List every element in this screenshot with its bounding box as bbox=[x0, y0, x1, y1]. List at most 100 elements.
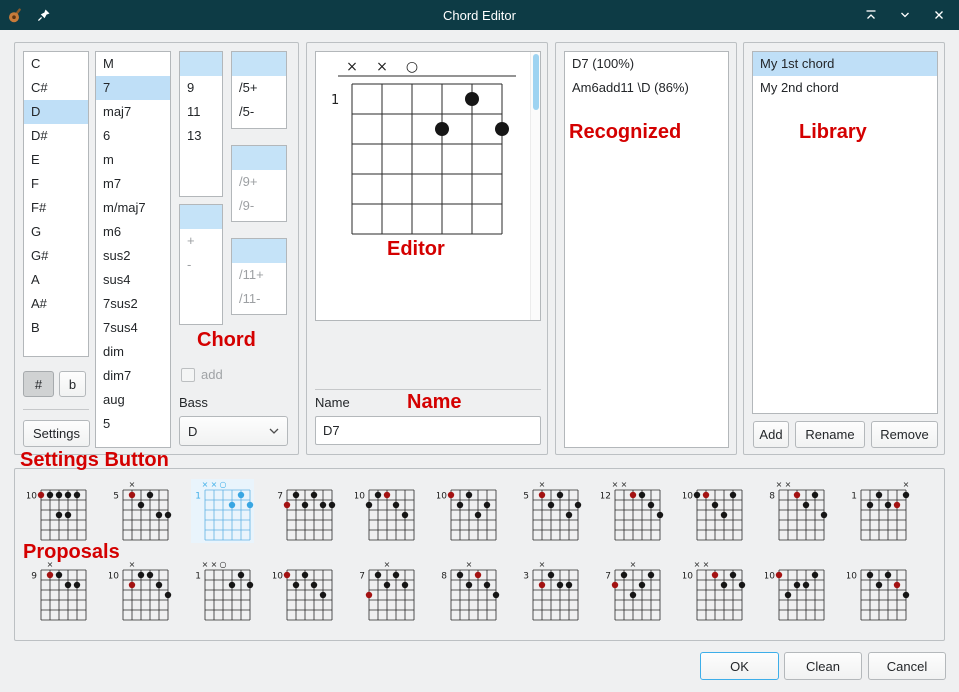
plus-minus-item-blank[interactable] bbox=[180, 205, 222, 229]
quality-item[interactable]: 5 bbox=[96, 412, 170, 436]
svg-text:×: × bbox=[211, 560, 218, 569]
root-note-item[interactable]: E bbox=[24, 148, 88, 172]
degree-item[interactable]: 13 bbox=[180, 124, 222, 148]
chord-diagram-svg: 10 bbox=[273, 559, 336, 623]
alteration-9-item[interactable]: /9+ bbox=[232, 170, 286, 194]
plus-minus-item[interactable]: + bbox=[180, 229, 222, 253]
chord-diagram-svg: ×5 bbox=[519, 479, 582, 543]
editor-scrollbar[interactable] bbox=[530, 52, 540, 320]
svg-text:10: 10 bbox=[847, 571, 857, 581]
quality-item[interactable]: m/maj7 bbox=[96, 196, 170, 220]
svg-text:1: 1 bbox=[331, 93, 339, 108]
library-list: My 1st chordMy 2nd chord bbox=[752, 51, 938, 414]
quality-item[interactable]: aug bbox=[96, 388, 170, 412]
chord-diagram-svg: ×1 bbox=[847, 479, 910, 543]
cancel-button[interactable]: Cancel bbox=[868, 652, 946, 680]
quality-item[interactable]: dim bbox=[96, 340, 170, 364]
quality-item[interactable]: 7sus4 bbox=[96, 316, 170, 340]
quality-item[interactable]: 7 bbox=[96, 76, 170, 100]
proposal-diagram[interactable]: 10 bbox=[437, 479, 500, 543]
recognized-item[interactable]: D7 (100%) bbox=[565, 52, 728, 76]
library-item[interactable]: My 1st chord bbox=[753, 52, 937, 76]
degree-item-blank[interactable] bbox=[180, 52, 222, 76]
close-icon[interactable] bbox=[931, 7, 947, 23]
proposal-diagram[interactable]: ××○1 bbox=[191, 479, 254, 543]
proposal-diagram[interactable]: ××10 bbox=[683, 559, 746, 623]
ok-button[interactable]: OK bbox=[700, 652, 779, 680]
alteration-5-item-blank[interactable] bbox=[232, 52, 286, 76]
proposal-diagram[interactable]: 10 bbox=[765, 559, 828, 623]
proposal-diagram[interactable]: 7 bbox=[273, 479, 336, 543]
root-note-item[interactable]: G# bbox=[24, 244, 88, 268]
recognized-item[interactable]: Am6add11 \D (86%) bbox=[565, 76, 728, 100]
chord-diagram-svg: 10 bbox=[847, 559, 910, 623]
root-note-item[interactable]: C# bbox=[24, 76, 88, 100]
proposal-diagram[interactable]: ×3 bbox=[519, 559, 582, 623]
root-note-item[interactable]: A# bbox=[24, 292, 88, 316]
quality-item[interactable]: m6 bbox=[96, 220, 170, 244]
proposal-diagram[interactable]: 10 bbox=[847, 559, 910, 623]
alteration-11-item-blank[interactable] bbox=[232, 239, 286, 263]
proposal-diagram[interactable]: 10 bbox=[27, 479, 90, 543]
root-note-item[interactable]: C bbox=[24, 52, 88, 76]
proposal-diagram[interactable]: ××8 bbox=[765, 479, 828, 543]
degree-item[interactable]: 11 bbox=[180, 100, 222, 124]
chord-editor-canvas[interactable]: ××○1 Editor bbox=[315, 51, 541, 321]
alteration-9-item[interactable]: /9- bbox=[232, 194, 286, 218]
root-note-item[interactable]: G bbox=[24, 220, 88, 244]
proposal-diagram[interactable]: ×1 bbox=[847, 479, 910, 543]
clean-button[interactable]: Clean bbox=[784, 652, 862, 680]
root-note-item[interactable]: D bbox=[24, 100, 88, 124]
svg-text:×: × bbox=[202, 480, 209, 489]
add-checkbox[interactable] bbox=[181, 368, 195, 382]
proposal-diagram[interactable]: 10 bbox=[355, 479, 418, 543]
root-note-item[interactable]: F# bbox=[24, 196, 88, 220]
proposal-diagram[interactable]: ××12 bbox=[601, 479, 664, 543]
proposal-diagram[interactable]: ×7 bbox=[601, 559, 664, 623]
plus-minus-item[interactable]: - bbox=[180, 253, 222, 277]
chord-name-input[interactable] bbox=[315, 416, 541, 445]
proposal-diagram[interactable]: ×5 bbox=[109, 479, 172, 543]
library-item[interactable]: My 2nd chord bbox=[753, 76, 937, 100]
bass-combobox[interactable]: D bbox=[179, 416, 288, 446]
settings-button[interactable]: Settings bbox=[23, 420, 90, 447]
alteration-5-item[interactable]: /5+ bbox=[232, 76, 286, 100]
chord-diagram-svg: ×7 bbox=[601, 559, 664, 623]
quality-item[interactable]: sus2 bbox=[96, 244, 170, 268]
rename-button[interactable]: Rename bbox=[795, 421, 865, 448]
quality-item[interactable]: sus4 bbox=[96, 268, 170, 292]
quality-item[interactable]: M bbox=[96, 52, 170, 76]
proposal-diagram[interactable]: ×7 bbox=[355, 559, 418, 623]
rollup-icon[interactable] bbox=[863, 7, 879, 23]
minimize-icon[interactable] bbox=[897, 7, 913, 23]
proposal-diagram[interactable]: ×10 bbox=[109, 559, 172, 623]
quality-item[interactable]: dim7 bbox=[96, 364, 170, 388]
proposal-diagram[interactable]: ×5 bbox=[519, 479, 582, 543]
alteration-11-item[interactable]: /11+ bbox=[232, 263, 286, 287]
quality-item[interactable]: m bbox=[96, 148, 170, 172]
alteration-9-item-blank[interactable] bbox=[232, 146, 286, 170]
add-button[interactable]: Add bbox=[753, 421, 789, 448]
editor-chord-diagram[interactable]: ××○1 bbox=[326, 54, 516, 240]
alteration-11-item[interactable]: /11- bbox=[232, 287, 286, 311]
quality-item[interactable]: 7sus2 bbox=[96, 292, 170, 316]
proposal-diagram[interactable]: ×8 bbox=[437, 559, 500, 623]
root-note-item[interactable]: A bbox=[24, 268, 88, 292]
pin-icon[interactable] bbox=[36, 7, 52, 23]
remove-button[interactable]: Remove bbox=[871, 421, 938, 448]
quality-item[interactable]: maj7 bbox=[96, 100, 170, 124]
root-note-item[interactable]: D# bbox=[24, 124, 88, 148]
flat-button[interactable]: b bbox=[59, 371, 86, 397]
proposal-diagram[interactable]: ×9 bbox=[27, 559, 90, 623]
proposal-diagram[interactable]: ××○1 bbox=[191, 559, 254, 623]
proposal-diagram[interactable]: 10 bbox=[273, 559, 336, 623]
root-note-item[interactable]: F bbox=[24, 172, 88, 196]
proposal-diagram[interactable]: 10 bbox=[683, 479, 746, 543]
quality-item[interactable]: 6 bbox=[96, 124, 170, 148]
quality-item[interactable]: m7 bbox=[96, 172, 170, 196]
degree-item[interactable]: 9 bbox=[180, 76, 222, 100]
sharp-button[interactable]: # bbox=[23, 371, 54, 397]
alteration-5-item[interactable]: /5- bbox=[232, 100, 286, 124]
root-note-item[interactable]: B bbox=[24, 316, 88, 340]
editor-scrollbar-thumb[interactable] bbox=[533, 54, 539, 110]
